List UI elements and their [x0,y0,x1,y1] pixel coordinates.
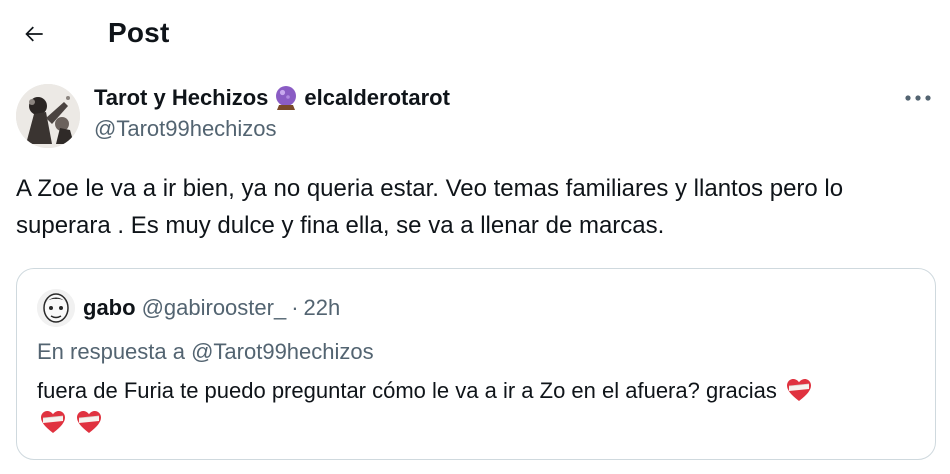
author-avatar[interactable] [16,84,80,148]
quoted-author-name[interactable]: gabo [83,295,136,321]
reply-context: En respuesta a @Tarot99hechizos [37,339,374,364]
author-name[interactable]: Tarot y Hechizos [94,85,268,111]
author-name-suffix[interactable]: elcalderotarot [304,85,450,111]
page-title: Post [108,17,170,48]
post-text: A Zoe le va a ir bien, ya no queria esta… [16,175,844,239]
back-button[interactable] [16,16,52,52]
avatar-image [16,84,80,148]
quoted-post-time[interactable]: 22h [304,295,341,321]
quoted-post-header: gabo @gabirooster_ · 22h [37,289,340,327]
more-options-button[interactable] [902,86,934,110]
crystal-ball-icon [276,86,297,110]
quoted-author-handle[interactable]: @gabirooster_ [142,295,287,321]
arrow-left-icon [25,26,43,42]
quoted-post-text: fuera de Furia te puedo preguntar cómo l… [37,375,917,439]
mending-heart-icon [787,379,812,401]
author-name-line[interactable]: Tarot y Hechizos elcalderotarot [94,84,450,112]
mending-heart-icon [41,411,65,433]
mending-heart-icon [77,411,102,433]
quoted-post[interactable]: gabo @gabirooster_ · 22h En respuesta a … [16,268,936,460]
quoted-post-body: fuera de Furia te puedo preguntar cómo l… [37,378,777,403]
post-header: Post [0,0,950,70]
quoted-author-avatar[interactable] [37,289,75,327]
author-handle[interactable]: @Tarot99hechizos [94,114,450,144]
avatar-image [37,289,75,327]
more-horizontal-icon [905,95,931,101]
separator-dot: · [291,295,299,320]
author-info: Tarot y Hechizos elcalderotarot @Tarot99… [94,84,450,144]
